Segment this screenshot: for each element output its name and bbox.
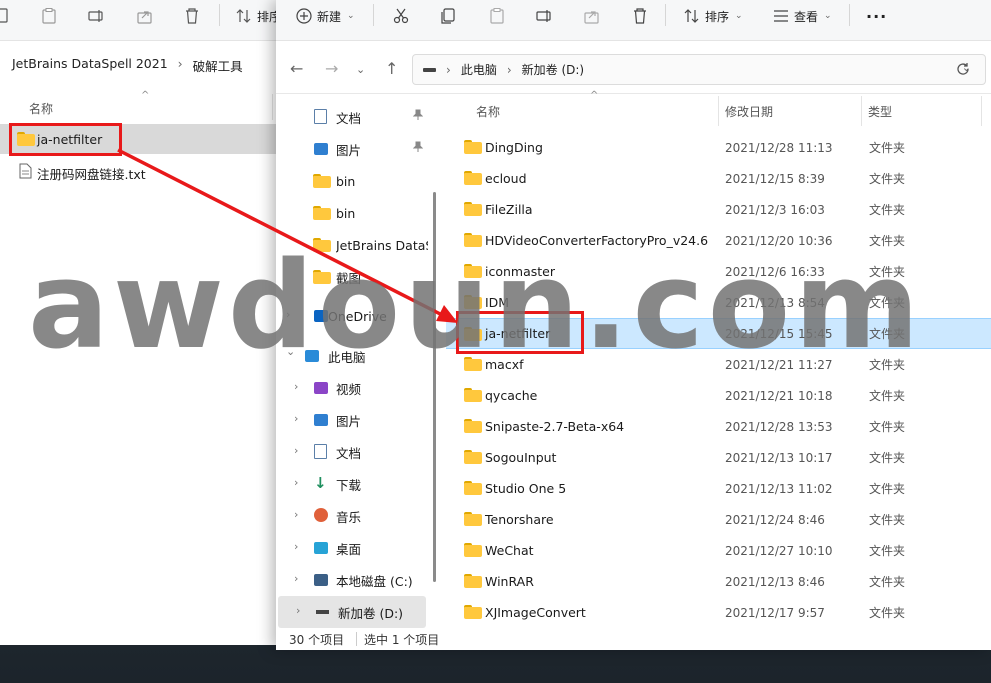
annotation-arrow: [117, 148, 458, 323]
